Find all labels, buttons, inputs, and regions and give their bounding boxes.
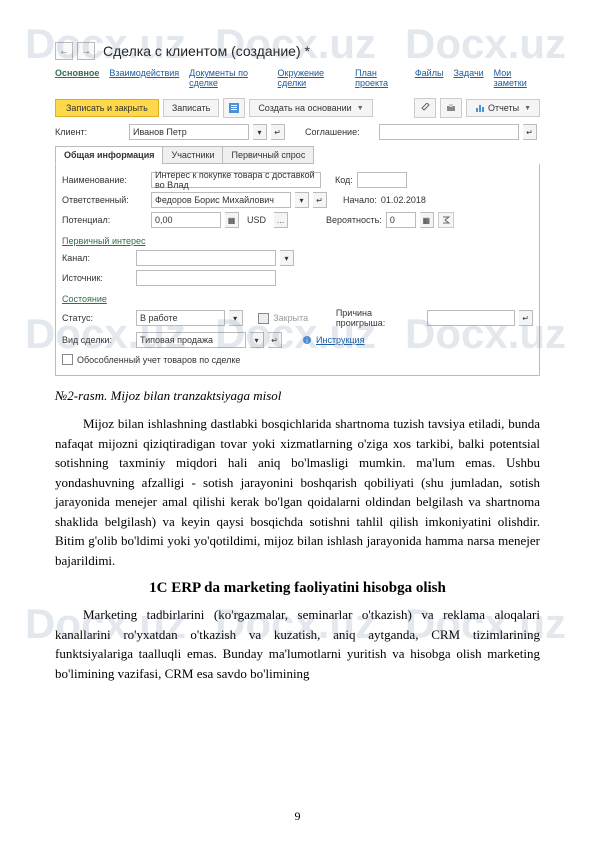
agreement-open-button[interactable]: ↵ (523, 124, 537, 140)
sigma-icon (442, 216, 450, 224)
info-icon: i (302, 335, 312, 345)
window-header: ← → Сделка с клиентом (создание) * (55, 40, 540, 66)
code-field[interactable] (357, 172, 407, 188)
resp-label: Ответственный: (62, 195, 147, 205)
reason-open-button[interactable]: ↵ (519, 310, 533, 326)
save-close-button[interactable]: Записать и закрыть (55, 99, 159, 117)
clip-icon (420, 103, 430, 113)
tab-demand[interactable]: Первичный спрос (222, 146, 314, 164)
isolated-label: Обособленный учет товаров по сделке (77, 355, 240, 365)
name-field[interactable]: Интерес к покупке товара с доставкой во … (151, 172, 321, 188)
inner-tab-row: Общая информация Участники Первичный спр… (55, 146, 540, 164)
channel-field[interactable] (136, 250, 276, 266)
nav-back-button[interactable]: ← (55, 42, 73, 60)
tab-docs[interactable]: Документы по сделке (189, 68, 267, 88)
prob-spinner[interactable]: ▦ (420, 212, 434, 228)
status-select-button[interactable]: ▾ (229, 310, 243, 326)
instruction-link[interactable]: Инструкция (316, 335, 364, 345)
app-screenshot: ← → Сделка с клиентом (создание) * Основ… (55, 40, 540, 376)
closed-label: Закрыта (273, 313, 308, 323)
client-select-button[interactable]: ▾ (253, 124, 267, 140)
type-label: Вид сделки: (62, 335, 132, 345)
tab-tasks[interactable]: Задачи (453, 68, 483, 88)
status-label: Статус: (62, 313, 132, 323)
client-field[interactable]: Иванов Петр (129, 124, 249, 140)
tab-main[interactable]: Основное (55, 68, 99, 88)
chevron-down-icon: ▼ (357, 105, 364, 112)
prob-label: Вероятность: (326, 215, 382, 225)
agreement-field[interactable] (379, 124, 519, 140)
save-button[interactable]: Записать (163, 99, 219, 117)
nav-forward-button[interactable]: → (77, 42, 95, 60)
reason-field[interactable] (427, 310, 516, 326)
currency-select-button[interactable]: … (274, 212, 288, 228)
page-number: 9 (0, 809, 595, 824)
prob-calc-button[interactable] (438, 212, 454, 228)
isolated-checkbox[interactable] (62, 354, 73, 365)
type-field[interactable]: Типовая продажа (136, 332, 246, 348)
section-interest-header[interactable]: Первичный интерес (62, 236, 533, 246)
window-title: Сделка с клиентом (создание) * (103, 43, 310, 59)
attach-button[interactable] (414, 98, 436, 118)
type-open-button[interactable]: ↵ (268, 332, 282, 348)
section-heading: 1C ERP da marketing faoliyatini hisobga … (55, 580, 540, 597)
tab-content: Наименование: Интерес к покупке товара с… (55, 164, 540, 376)
resp-open-button[interactable]: ↵ (313, 192, 327, 208)
body-paragraph: Marketing tadbirlarini (ko'rgazmalar, se… (55, 605, 540, 683)
source-label: Источник: (62, 273, 132, 283)
toolbar: Записать и закрыть Записать Создать на о… (55, 94, 540, 122)
status-field[interactable]: В работе (136, 310, 225, 326)
name-label: Наименование: (62, 175, 147, 185)
prob-field[interactable]: 0 (386, 212, 416, 228)
list-icon (228, 102, 240, 114)
source-field[interactable] (136, 270, 276, 286)
tab-general[interactable]: Общая информация (55, 146, 163, 164)
start-label: Начало: (343, 195, 377, 205)
print-button[interactable] (440, 98, 462, 118)
printer-icon (446, 103, 456, 113)
start-value: 01.02.2018 (381, 195, 426, 205)
potential-field[interactable]: 0,00 (151, 212, 221, 228)
currency-label: USD (247, 215, 266, 225)
agreement-label: Соглашение: (305, 127, 375, 137)
tab-env[interactable]: Окружение сделки (278, 68, 346, 88)
section-state-header[interactable]: Состояние (62, 294, 533, 304)
figure-caption: №2-rasm. Mijoz bilan tranzaktsiyaga miso… (55, 388, 540, 404)
resp-select-button[interactable]: ▾ (295, 192, 309, 208)
tab-notes[interactable]: Мои заметки (494, 68, 540, 88)
tab-interactions[interactable]: Взаимодействия (109, 68, 179, 88)
reports-button[interactable]: Отчеты▼ (466, 99, 540, 117)
closed-checkbox (258, 313, 269, 324)
reason-label: Причина проигрыша: (336, 308, 423, 328)
code-label: Код: (335, 175, 353, 185)
resp-field[interactable]: Федоров Борис Михайлович (151, 192, 291, 208)
body-paragraph: Mijoz bilan ishlashning dastlabki bosqic… (55, 414, 540, 570)
calc-button[interactable]: ▦ (225, 212, 239, 228)
channel-label: Канал: (62, 253, 132, 263)
channel-select-button[interactable]: ▾ (280, 250, 294, 266)
client-open-button[interactable]: ↵ (271, 124, 285, 140)
tab-files[interactable]: Файлы (415, 68, 444, 88)
main-tab-row: Основное Взаимодействия Документы по сде… (55, 66, 540, 94)
list-icon-button[interactable] (223, 98, 245, 118)
tab-plan[interactable]: План проекта (355, 68, 405, 88)
chevron-down-icon: ▼ (524, 105, 531, 112)
create-on-button[interactable]: Создать на основании▼ (249, 99, 372, 117)
client-label: Клиент: (55, 127, 125, 137)
tab-participants[interactable]: Участники (162, 146, 223, 164)
chart-icon (475, 103, 485, 113)
potential-label: Потенциал: (62, 215, 147, 225)
type-select-button[interactable]: ▾ (250, 332, 264, 348)
